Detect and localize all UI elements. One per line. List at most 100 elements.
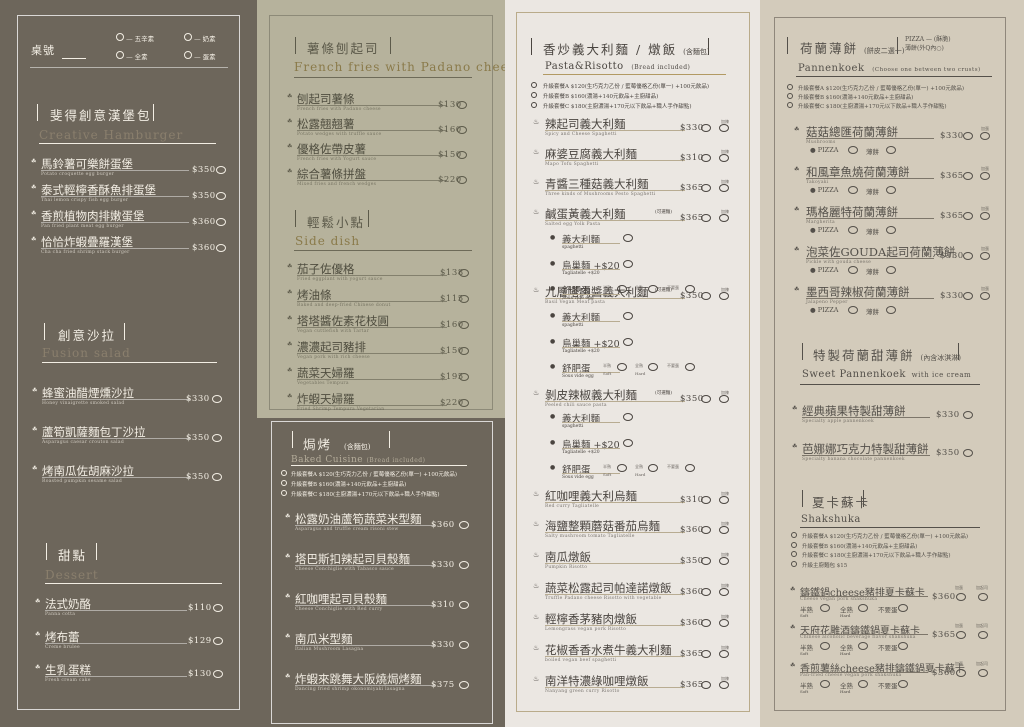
select-circle[interactable] [963, 212, 973, 220]
select-circle[interactable] [701, 681, 711, 689]
spicy-circle[interactable] [719, 619, 729, 627]
select-circle[interactable] [701, 214, 711, 222]
select-circle[interactable] [459, 269, 469, 277]
select-circle[interactable] [459, 641, 469, 649]
spicy-circle[interactable] [719, 292, 729, 300]
select-circle[interactable] [858, 680, 868, 688]
pannenkoek-circle[interactable] [886, 146, 896, 154]
add-egg-circle[interactable] [980, 172, 990, 180]
select-circle[interactable] [623, 234, 633, 242]
select-circle[interactable] [898, 680, 908, 688]
select-circle[interactable] [216, 244, 226, 252]
add-egg-circle[interactable] [956, 669, 966, 677]
add-egg-circle[interactable] [956, 631, 966, 639]
pannenkoek-circle[interactable] [886, 226, 896, 234]
add-cheese-circle[interactable] [978, 593, 988, 601]
select-circle[interactable] [963, 411, 973, 419]
select-circle[interactable] [898, 604, 908, 612]
select-circle[interactable] [858, 604, 868, 612]
select-circle[interactable] [623, 312, 633, 320]
select-circle[interactable] [820, 680, 830, 688]
select-circle[interactable] [858, 642, 868, 650]
select-circle[interactable] [685, 464, 695, 472]
select-circle[interactable] [281, 490, 287, 496]
pannenkoek-circle[interactable] [886, 266, 896, 274]
select-circle[interactable] [213, 637, 223, 645]
select-circle[interactable] [623, 260, 633, 268]
spicy-circle[interactable] [719, 214, 729, 222]
select-circle[interactable] [281, 470, 287, 476]
add-cheese-circle[interactable] [978, 669, 988, 677]
select-circle[interactable] [701, 184, 711, 192]
pizza-circle[interactable] [848, 226, 858, 234]
select-circle[interactable] [531, 82, 537, 88]
select-circle[interactable] [457, 151, 467, 159]
spicy-circle[interactable] [719, 681, 729, 689]
add-egg-circle[interactable] [980, 212, 990, 220]
add-egg-circle[interactable] [980, 292, 990, 300]
add-egg-circle[interactable] [980, 252, 990, 260]
select-circle[interactable] [459, 399, 469, 407]
select-circle[interactable] [623, 413, 633, 421]
select-circle[interactable] [701, 496, 711, 504]
select-circle[interactable] [701, 395, 711, 403]
select-circle[interactable] [459, 321, 469, 329]
select-circle[interactable] [820, 642, 830, 650]
select-circle[interactable] [459, 601, 469, 609]
spicy-circle[interactable] [719, 184, 729, 192]
select-circle[interactable] [898, 642, 908, 650]
select-circle[interactable] [531, 92, 537, 98]
spicy-circle[interactable] [719, 557, 729, 565]
select-circle[interactable] [963, 449, 973, 457]
select-circle[interactable] [648, 464, 658, 472]
select-circle[interactable] [459, 521, 469, 529]
select-circle[interactable] [701, 154, 711, 162]
select-circle[interactable] [648, 285, 658, 293]
select-circle[interactable] [648, 363, 658, 371]
select-circle[interactable] [701, 526, 711, 534]
select-circle[interactable] [701, 588, 711, 596]
select-circle[interactable] [701, 124, 711, 132]
pizza-circle[interactable] [848, 266, 858, 274]
select-circle[interactable] [216, 166, 226, 174]
select-circle[interactable] [213, 604, 223, 612]
select-circle[interactable] [459, 295, 469, 303]
select-circle[interactable] [701, 619, 711, 627]
spicy-circle[interactable] [719, 526, 729, 534]
select-circle[interactable] [623, 338, 633, 346]
select-circle[interactable] [617, 464, 627, 472]
select-circle[interactable] [701, 557, 711, 565]
select-circle[interactable] [623, 439, 633, 447]
pizza-circle[interactable] [848, 146, 858, 154]
pannenkoek-circle[interactable] [886, 186, 896, 194]
select-circle[interactable] [791, 560, 797, 567]
select-circle[interactable] [212, 434, 222, 442]
select-circle[interactable] [617, 285, 627, 293]
spicy-circle[interactable] [719, 395, 729, 403]
add-egg-circle[interactable] [956, 593, 966, 601]
pannenkoek-circle[interactable] [886, 306, 896, 314]
select-circle[interactable] [685, 363, 695, 371]
select-circle[interactable] [787, 93, 793, 99]
select-circle[interactable] [457, 126, 467, 134]
spicy-circle[interactable] [719, 496, 729, 504]
select-circle[interactable] [791, 551, 797, 557]
pizza-circle[interactable] [848, 186, 858, 194]
select-circle[interactable] [212, 473, 222, 481]
select-circle[interactable] [457, 176, 467, 184]
select-circle[interactable] [963, 252, 973, 260]
select-circle[interactable] [787, 84, 793, 90]
select-circle[interactable] [216, 218, 226, 226]
select-circle[interactable] [531, 102, 537, 108]
select-circle[interactable] [791, 541, 797, 548]
select-circle[interactable] [701, 650, 711, 658]
select-circle[interactable] [216, 192, 226, 200]
select-circle[interactable] [791, 532, 797, 538]
select-circle[interactable] [459, 373, 469, 381]
add-cheese-circle[interactable] [978, 631, 988, 639]
spicy-circle[interactable] [719, 154, 729, 162]
select-circle[interactable] [212, 395, 222, 403]
add-egg-circle[interactable] [980, 132, 990, 140]
select-circle[interactable] [281, 480, 287, 486]
select-circle[interactable] [787, 102, 793, 108]
